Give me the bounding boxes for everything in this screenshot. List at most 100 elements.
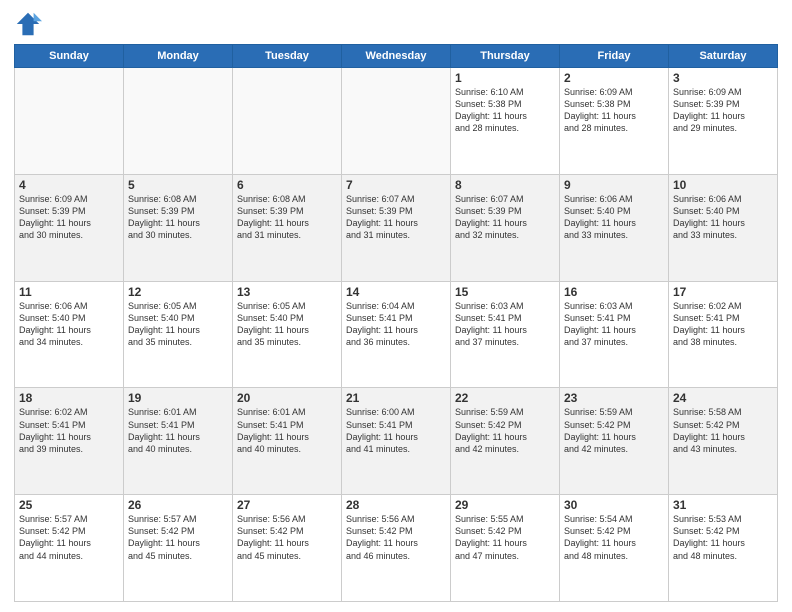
day-number: 11 bbox=[19, 285, 119, 299]
day-number: 4 bbox=[19, 178, 119, 192]
calendar-cell: 26Sunrise: 5:57 AM Sunset: 5:42 PM Dayli… bbox=[124, 495, 233, 602]
day-number: 23 bbox=[564, 391, 664, 405]
day-number: 9 bbox=[564, 178, 664, 192]
calendar-day-header: Tuesday bbox=[233, 45, 342, 68]
calendar-header-row: SundayMondayTuesdayWednesdayThursdayFrid… bbox=[15, 45, 778, 68]
day-info: Sunrise: 5:54 AM Sunset: 5:42 PM Dayligh… bbox=[564, 513, 664, 562]
day-number: 6 bbox=[237, 178, 337, 192]
day-number: 25 bbox=[19, 498, 119, 512]
calendar-cell: 23Sunrise: 5:59 AM Sunset: 5:42 PM Dayli… bbox=[560, 388, 669, 495]
calendar-week-row: 4Sunrise: 6:09 AM Sunset: 5:39 PM Daylig… bbox=[15, 174, 778, 281]
calendar-day-header: Friday bbox=[560, 45, 669, 68]
day-info: Sunrise: 6:01 AM Sunset: 5:41 PM Dayligh… bbox=[237, 406, 337, 455]
day-info: Sunrise: 6:02 AM Sunset: 5:41 PM Dayligh… bbox=[673, 300, 773, 349]
day-info: Sunrise: 6:02 AM Sunset: 5:41 PM Dayligh… bbox=[19, 406, 119, 455]
calendar-cell bbox=[233, 68, 342, 175]
day-info: Sunrise: 6:09 AM Sunset: 5:38 PM Dayligh… bbox=[564, 86, 664, 135]
calendar-cell: 5Sunrise: 6:08 AM Sunset: 5:39 PM Daylig… bbox=[124, 174, 233, 281]
day-info: Sunrise: 6:05 AM Sunset: 5:40 PM Dayligh… bbox=[237, 300, 337, 349]
day-info: Sunrise: 6:09 AM Sunset: 5:39 PM Dayligh… bbox=[19, 193, 119, 242]
calendar-cell: 7Sunrise: 6:07 AM Sunset: 5:39 PM Daylig… bbox=[342, 174, 451, 281]
header bbox=[14, 10, 778, 38]
day-info: Sunrise: 6:06 AM Sunset: 5:40 PM Dayligh… bbox=[19, 300, 119, 349]
day-number: 24 bbox=[673, 391, 773, 405]
calendar-cell: 21Sunrise: 6:00 AM Sunset: 5:41 PM Dayli… bbox=[342, 388, 451, 495]
page: SundayMondayTuesdayWednesdayThursdayFrid… bbox=[0, 0, 792, 612]
calendar-cell: 12Sunrise: 6:05 AM Sunset: 5:40 PM Dayli… bbox=[124, 281, 233, 388]
calendar-week-row: 25Sunrise: 5:57 AM Sunset: 5:42 PM Dayli… bbox=[15, 495, 778, 602]
calendar-cell: 18Sunrise: 6:02 AM Sunset: 5:41 PM Dayli… bbox=[15, 388, 124, 495]
calendar-cell: 15Sunrise: 6:03 AM Sunset: 5:41 PM Dayli… bbox=[451, 281, 560, 388]
day-info: Sunrise: 5:57 AM Sunset: 5:42 PM Dayligh… bbox=[19, 513, 119, 562]
day-info: Sunrise: 5:56 AM Sunset: 5:42 PM Dayligh… bbox=[346, 513, 446, 562]
day-info: Sunrise: 6:06 AM Sunset: 5:40 PM Dayligh… bbox=[673, 193, 773, 242]
calendar-cell: 3Sunrise: 6:09 AM Sunset: 5:39 PM Daylig… bbox=[669, 68, 778, 175]
day-number: 16 bbox=[564, 285, 664, 299]
calendar-cell bbox=[15, 68, 124, 175]
day-number: 20 bbox=[237, 391, 337, 405]
calendar-cell: 4Sunrise: 6:09 AM Sunset: 5:39 PM Daylig… bbox=[15, 174, 124, 281]
calendar-day-header: Saturday bbox=[669, 45, 778, 68]
day-number: 30 bbox=[564, 498, 664, 512]
day-info: Sunrise: 6:10 AM Sunset: 5:38 PM Dayligh… bbox=[455, 86, 555, 135]
day-number: 3 bbox=[673, 71, 773, 85]
calendar-cell bbox=[342, 68, 451, 175]
calendar-table: SundayMondayTuesdayWednesdayThursdayFrid… bbox=[14, 44, 778, 602]
day-info: Sunrise: 6:07 AM Sunset: 5:39 PM Dayligh… bbox=[455, 193, 555, 242]
day-number: 2 bbox=[564, 71, 664, 85]
day-number: 17 bbox=[673, 285, 773, 299]
day-number: 10 bbox=[673, 178, 773, 192]
day-number: 12 bbox=[128, 285, 228, 299]
calendar-cell: 27Sunrise: 5:56 AM Sunset: 5:42 PM Dayli… bbox=[233, 495, 342, 602]
day-number: 26 bbox=[128, 498, 228, 512]
calendar-cell: 20Sunrise: 6:01 AM Sunset: 5:41 PM Dayli… bbox=[233, 388, 342, 495]
calendar-week-row: 11Sunrise: 6:06 AM Sunset: 5:40 PM Dayli… bbox=[15, 281, 778, 388]
day-info: Sunrise: 6:08 AM Sunset: 5:39 PM Dayligh… bbox=[128, 193, 228, 242]
day-info: Sunrise: 6:01 AM Sunset: 5:41 PM Dayligh… bbox=[128, 406, 228, 455]
day-number: 1 bbox=[455, 71, 555, 85]
day-info: Sunrise: 6:03 AM Sunset: 5:41 PM Dayligh… bbox=[564, 300, 664, 349]
calendar-cell: 9Sunrise: 6:06 AM Sunset: 5:40 PM Daylig… bbox=[560, 174, 669, 281]
day-info: Sunrise: 6:03 AM Sunset: 5:41 PM Dayligh… bbox=[455, 300, 555, 349]
day-number: 31 bbox=[673, 498, 773, 512]
calendar-cell: 24Sunrise: 5:58 AM Sunset: 5:42 PM Dayli… bbox=[669, 388, 778, 495]
calendar-cell: 22Sunrise: 5:59 AM Sunset: 5:42 PM Dayli… bbox=[451, 388, 560, 495]
day-info: Sunrise: 5:55 AM Sunset: 5:42 PM Dayligh… bbox=[455, 513, 555, 562]
calendar-cell: 8Sunrise: 6:07 AM Sunset: 5:39 PM Daylig… bbox=[451, 174, 560, 281]
day-number: 27 bbox=[237, 498, 337, 512]
day-info: Sunrise: 6:00 AM Sunset: 5:41 PM Dayligh… bbox=[346, 406, 446, 455]
day-number: 22 bbox=[455, 391, 555, 405]
calendar-cell: 14Sunrise: 6:04 AM Sunset: 5:41 PM Dayli… bbox=[342, 281, 451, 388]
day-number: 5 bbox=[128, 178, 228, 192]
day-info: Sunrise: 5:59 AM Sunset: 5:42 PM Dayligh… bbox=[455, 406, 555, 455]
day-info: Sunrise: 5:58 AM Sunset: 5:42 PM Dayligh… bbox=[673, 406, 773, 455]
calendar-cell: 10Sunrise: 6:06 AM Sunset: 5:40 PM Dayli… bbox=[669, 174, 778, 281]
day-info: Sunrise: 6:05 AM Sunset: 5:40 PM Dayligh… bbox=[128, 300, 228, 349]
calendar-day-header: Monday bbox=[124, 45, 233, 68]
day-info: Sunrise: 5:59 AM Sunset: 5:42 PM Dayligh… bbox=[564, 406, 664, 455]
calendar-cell: 19Sunrise: 6:01 AM Sunset: 5:41 PM Dayli… bbox=[124, 388, 233, 495]
calendar-day-header: Sunday bbox=[15, 45, 124, 68]
day-info: Sunrise: 6:07 AM Sunset: 5:39 PM Dayligh… bbox=[346, 193, 446, 242]
calendar-cell: 16Sunrise: 6:03 AM Sunset: 5:41 PM Dayli… bbox=[560, 281, 669, 388]
calendar-cell: 31Sunrise: 5:53 AM Sunset: 5:42 PM Dayli… bbox=[669, 495, 778, 602]
day-info: Sunrise: 5:57 AM Sunset: 5:42 PM Dayligh… bbox=[128, 513, 228, 562]
day-number: 29 bbox=[455, 498, 555, 512]
day-number: 13 bbox=[237, 285, 337, 299]
day-number: 7 bbox=[346, 178, 446, 192]
calendar-cell: 17Sunrise: 6:02 AM Sunset: 5:41 PM Dayli… bbox=[669, 281, 778, 388]
day-number: 19 bbox=[128, 391, 228, 405]
calendar-week-row: 1Sunrise: 6:10 AM Sunset: 5:38 PM Daylig… bbox=[15, 68, 778, 175]
calendar-cell: 25Sunrise: 5:57 AM Sunset: 5:42 PM Dayli… bbox=[15, 495, 124, 602]
calendar-cell: 29Sunrise: 5:55 AM Sunset: 5:42 PM Dayli… bbox=[451, 495, 560, 602]
calendar-cell: 1Sunrise: 6:10 AM Sunset: 5:38 PM Daylig… bbox=[451, 68, 560, 175]
logo-icon bbox=[14, 10, 42, 38]
calendar-cell bbox=[124, 68, 233, 175]
day-info: Sunrise: 6:08 AM Sunset: 5:39 PM Dayligh… bbox=[237, 193, 337, 242]
day-number: 8 bbox=[455, 178, 555, 192]
day-number: 15 bbox=[455, 285, 555, 299]
calendar-day-header: Wednesday bbox=[342, 45, 451, 68]
logo bbox=[14, 10, 46, 38]
calendar-cell: 13Sunrise: 6:05 AM Sunset: 5:40 PM Dayli… bbox=[233, 281, 342, 388]
day-number: 21 bbox=[346, 391, 446, 405]
